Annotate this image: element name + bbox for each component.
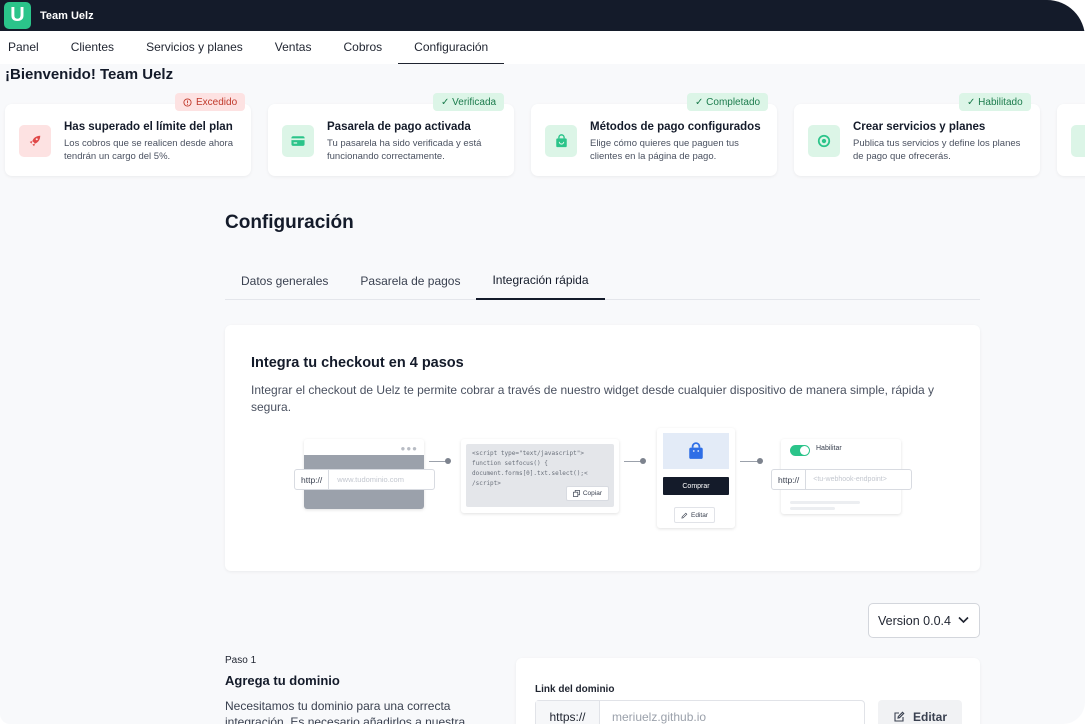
- card-desc: Elige cómo quieres que paguen tus client…: [590, 138, 739, 162]
- card-title: Métodos de pago configurados: [590, 121, 761, 133]
- settings-tabs: Datos generales Pasarela de pagos Integr…: [225, 262, 980, 300]
- status-badge: Excedido: [175, 93, 246, 111]
- integration-illustration: ●●● http:// www.tudominio.com <script ty…: [225, 325, 980, 571]
- edit-icon: [894, 711, 905, 722]
- tab-datos-generales[interactable]: Datos generales: [225, 262, 344, 299]
- edit-mock-button: Editar: [674, 507, 715, 523]
- chevron-down-icon: [958, 616, 969, 624]
- nav-item-cobros[interactable]: Cobros: [327, 31, 398, 64]
- status-card-payment-methods[interactable]: ✓ Completado Métodos de pago configurado…: [531, 93, 777, 176]
- tab-integracion-rapida[interactable]: Integración rápida: [476, 262, 605, 300]
- services-icon: [808, 125, 840, 157]
- welcome-heading: ¡Bienvenido! Team Uelz: [5, 66, 174, 83]
- card-desc: Publica tus servicios y define los plane…: [853, 138, 1021, 162]
- card-desc: Los cobros que se realicen desde ahora t…: [64, 138, 234, 162]
- domain-mock-input: http:// www.tudominio.com: [294, 469, 435, 490]
- card-title: Has superado el límite del plan: [64, 121, 233, 133]
- status-badge: ✓ Completado: [687, 93, 769, 111]
- step-desc: Necesitamos tu dominio para una correcta…: [225, 699, 466, 724]
- hook-placeholder: <tu-webhook-endpoint>: [813, 476, 887, 483]
- nav-item-ventas[interactable]: Ventas: [259, 31, 328, 64]
- page-title: Configuración: [225, 212, 354, 233]
- brand-name: Team Uelz: [40, 9, 94, 22]
- domain-label: Link del dominio: [535, 684, 615, 695]
- uelz-logo[interactable]: U: [4, 2, 31, 29]
- step-label: Paso 1: [225, 655, 257, 666]
- status-card-services[interactable]: ✓ Habilitado Crear servicios y planes Pu…: [794, 93, 1040, 176]
- nav-item-panel[interactable]: Panel: [0, 31, 55, 64]
- shopping-bag-icon: [545, 125, 577, 157]
- status-card-gateway[interactable]: ✓ Verificada Pasarela de pago activada T…: [268, 93, 514, 176]
- status-card-next[interactable]: [1057, 104, 1085, 176]
- card-title: Crear servicios y planes: [853, 121, 986, 133]
- toggle-switch: [790, 445, 810, 456]
- alert-circle-icon: [183, 97, 192, 107]
- main-nav: Panel Clientes Servicios y planes Ventas…: [0, 31, 1085, 64]
- version-selected: Version 0.0.4: [878, 613, 951, 628]
- edit-icon: [681, 512, 688, 519]
- badge-label: Excedido: [196, 96, 238, 108]
- status-badge: ✓ Verificada: [433, 93, 505, 111]
- version-select[interactable]: Version 0.0.4: [868, 603, 980, 638]
- rocket-icon: [19, 125, 51, 157]
- status-cards: Excedido Has superado el límite del plan…: [5, 93, 1085, 176]
- domain-prefix: https://: [536, 701, 600, 724]
- domain-input[interactable]: https:// meriuelz.github.io: [535, 700, 865, 724]
- window-dots-icon: ●●●: [400, 444, 418, 453]
- card-desc: Tu pasarela ha sido verificada y está fu…: [327, 138, 482, 162]
- hook-prefix: http://: [772, 470, 807, 489]
- top-bar: U Team Uelz: [0, 0, 1085, 31]
- nav-item-configuracion[interactable]: Configuración: [398, 31, 505, 64]
- tab-pasarela-pagos[interactable]: Pasarela de pagos: [344, 262, 476, 299]
- status-badge: ✓ Habilitado: [959, 93, 1031, 111]
- copy-icon: [572, 490, 580, 497]
- webhook-mock-input: http:// <tu-webhook-endpoint>: [771, 469, 912, 490]
- nav-item-servicios[interactable]: Servicios y planes: [130, 31, 259, 64]
- domain-panel: Link del dominio https:// meriuelz.githu…: [516, 658, 980, 724]
- domain-value: meriuelz.github.io: [612, 710, 707, 724]
- partial-icon: [1071, 125, 1085, 157]
- toggle-label: Habilitar: [816, 445, 842, 452]
- nav-item-clientes[interactable]: Clientes: [55, 31, 130, 64]
- card-icon: [282, 125, 314, 157]
- card-title: Pasarela de pago activada: [327, 121, 471, 133]
- checkout-widget-mockup: Comprar Editar: [657, 428, 735, 528]
- url-placeholder: www.tudominio.com: [337, 475, 404, 484]
- edit-domain-button[interactable]: Editar: [878, 700, 962, 724]
- buy-mock-button: Comprar: [663, 477, 729, 495]
- app-frame: U Team Uelz Panel Clientes Servicios y p…: [0, 0, 1085, 724]
- shopping-bag-icon: [663, 433, 729, 469]
- step-title: Agrega tu dominio: [225, 673, 340, 688]
- url-prefix: http://: [295, 470, 330, 489]
- checkout-integration-panel: Integra tu checkout en 4 pasos Integrar …: [225, 325, 980, 571]
- status-card-plan-limit[interactable]: Excedido Has superado el límite del plan…: [5, 93, 251, 176]
- copy-mock-button: Copiar: [565, 486, 609, 501]
- code-snippet-mockup: <script type="text/javascript"> function…: [461, 439, 619, 513]
